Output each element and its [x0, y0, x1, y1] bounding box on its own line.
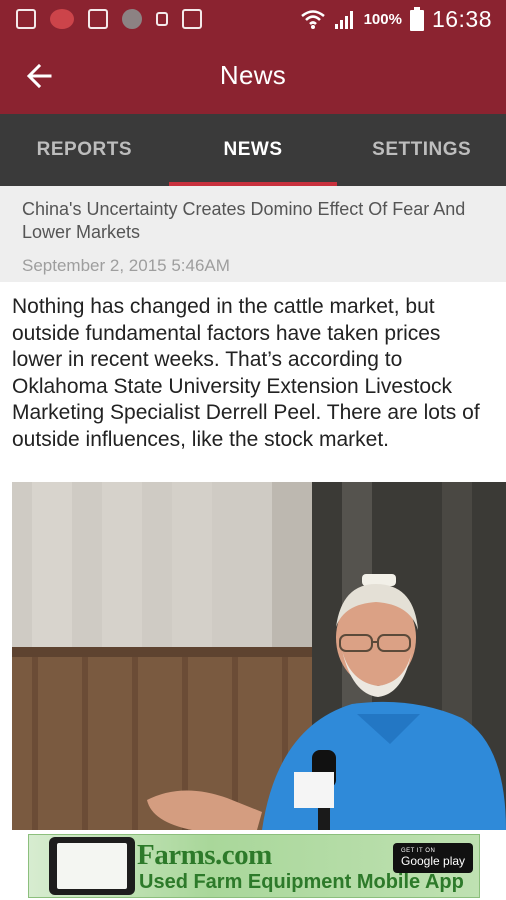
article-header: China's Uncertainty Creates Domino Effec… [0, 186, 506, 282]
google-play-badge[interactable]: GET IT ON Google play [393, 843, 473, 873]
clock: 16:38 [431, 5, 492, 32]
gallery-notification-icon [16, 9, 36, 29]
signal-icon [334, 11, 353, 29]
status-bar: 100% 16:38 [0, 0, 506, 38]
ad-banner[interactable]: Farms.com Used Farm Equipment Mobile App… [28, 834, 480, 898]
sync-icon [122, 9, 142, 29]
sim-card-icon [88, 9, 108, 29]
notification-icons [16, 9, 202, 29]
checkbox-notification-icon [182, 9, 202, 29]
ad-tagline: Used Farm Equipment Mobile App [139, 871, 464, 893]
article-date: September 2, 2015 5:46AM [22, 256, 230, 275]
storage-icon [156, 12, 168, 26]
tab-bar: REPORTS NEWS SETTINGS [0, 114, 506, 186]
tab-news[interactable]: NEWS [168, 114, 338, 186]
tab-settings[interactable]: SETTINGS [337, 114, 506, 186]
battery-percent: 100% [363, 10, 402, 28]
store-badge-name: Google play [401, 854, 466, 868]
tab-reports[interactable]: REPORTS [0, 114, 169, 186]
ad-brand: Farms.com [137, 839, 272, 871]
article-title: China's Uncertainty Creates Domino Effec… [22, 199, 466, 242]
page-title: News [219, 60, 287, 90]
battery-icon [409, 7, 424, 31]
article-body: Nothing has changed in the cattle market… [12, 295, 480, 451]
speaker-photo [12, 482, 506, 830]
phone-graphic [49, 837, 135, 895]
app-bar: News [0, 38, 506, 114]
article-photo [12, 482, 506, 830]
status-right: 100% 16:38 [300, 6, 492, 33]
wifi-icon [300, 10, 325, 29]
app-notification-icon [50, 9, 74, 29]
